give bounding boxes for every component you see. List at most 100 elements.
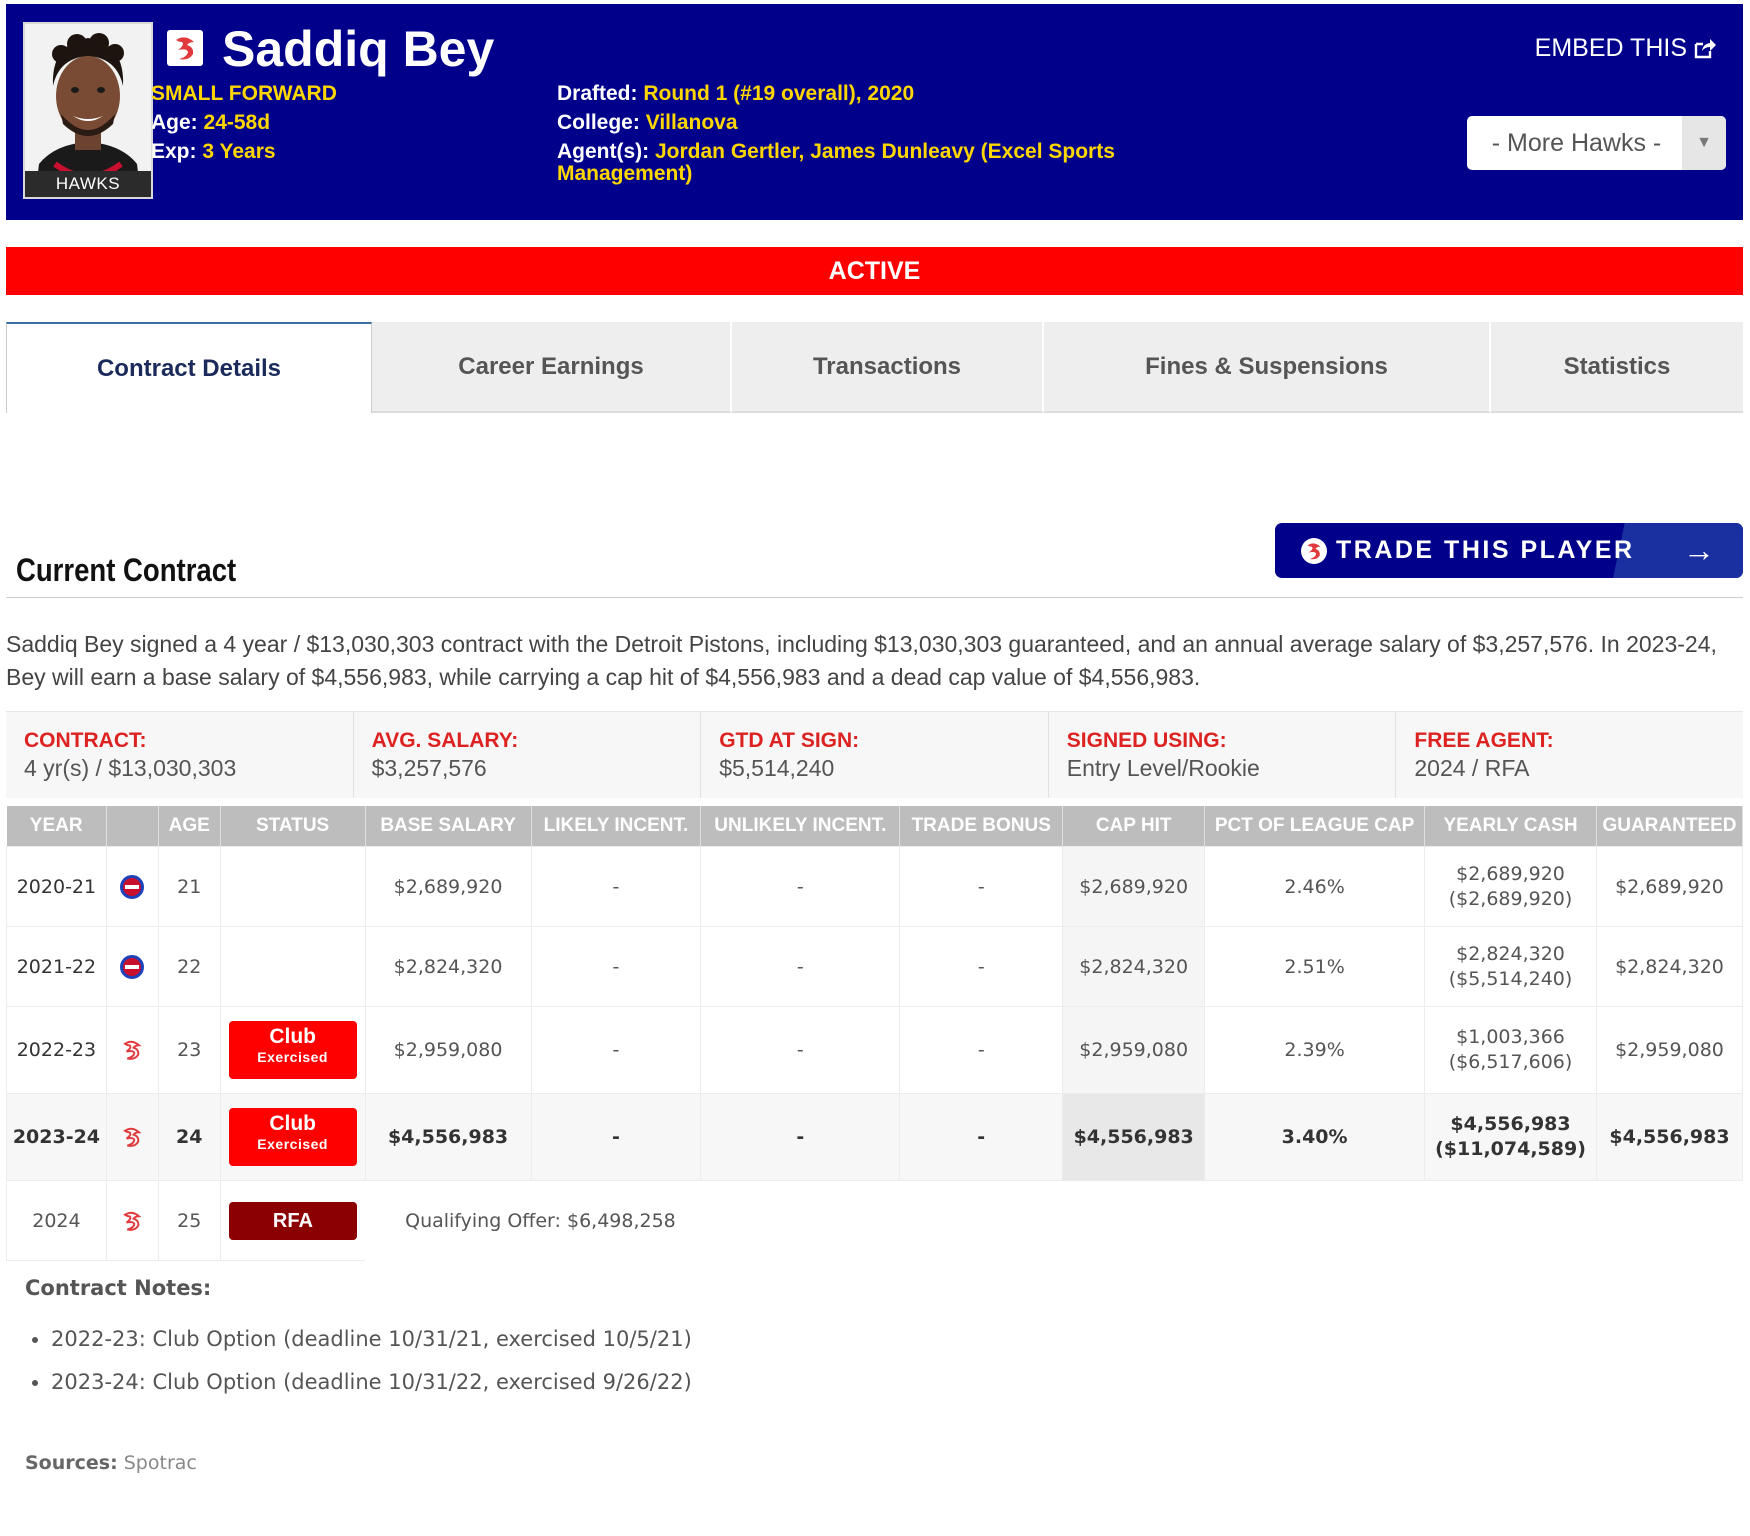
cell-age: 23 — [157, 1006, 221, 1094]
player-tabs: Contract Details Career Earnings Transac… — [6, 322, 1743, 415]
college-label: College: — [557, 111, 640, 134]
status-badge-label: Club — [269, 1025, 316, 1048]
sources-value[interactable]: Spotrac — [124, 1452, 197, 1474]
stat-value: 4 yr(s) / $13,030,303 — [24, 755, 237, 781]
sources-line: Sources: Spotrac — [25, 1452, 197, 1474]
arrow-right-icon: → — [1683, 532, 1715, 568]
player-position: SMALL FORWARD — [151, 82, 337, 105]
table-header-row: YEAR AGE STATUS BASE SALARY LIKELY INCEN… — [6, 806, 1744, 847]
cell-likely-incent: - — [530, 1093, 702, 1181]
more-hawks-select[interactable]: - More Hawks - ▼ — [1467, 116, 1726, 170]
cell-guaranteed: $4,556,983 — [1595, 1093, 1744, 1181]
yearly-cash-cumulative: ($2,689,920) — [1448, 887, 1573, 910]
embed-this-link[interactable]: EMBED THIS — [1535, 34, 1717, 63]
cell-yearly-cash: $2,689,920 ($2,689,920) — [1424, 846, 1597, 927]
embed-label: EMBED THIS — [1534, 34, 1687, 62]
hawks-logo-icon[interactable] — [105, 1006, 159, 1094]
stat-avg-salary: AVG. SALARY: $3,257,576 — [354, 712, 702, 798]
table-row: 2022-23 23 Club Exercised $2,959,080 - -… — [6, 1006, 1744, 1094]
contract-notes-title: Contract Notes: — [25, 1276, 212, 1300]
cell-age: 22 — [157, 926, 221, 1007]
cell-trade-bonus: - — [899, 846, 1064, 927]
stat-signed-using: SIGNED USING: Entry Level/Rookie — [1049, 712, 1397, 798]
player-drafted-line: Drafted: Round 1 (#19 overall), 2020 — [557, 78, 914, 110]
cell-status: Club Exercised — [219, 1006, 366, 1094]
col-header-likely-incent[interactable]: LIKELY INCENT. — [531, 806, 702, 847]
cell-base-salary: $2,689,920 — [364, 846, 532, 927]
section-divider — [6, 597, 1743, 598]
tab-career-earnings[interactable]: Career Earnings — [372, 322, 732, 413]
cell-year: 2021-22 — [6, 926, 107, 1007]
yearly-cash-value: $2,689,920 — [1456, 862, 1565, 885]
cell-cap-hit: $2,689,920 — [1062, 846, 1206, 927]
col-header-yearly-cash[interactable]: YEARLY CASH — [1424, 806, 1597, 847]
cell-cap-hit: $2,959,080 — [1062, 1006, 1206, 1094]
hawks-logo-icon[interactable] — [105, 1093, 159, 1181]
cell-age: 25 — [157, 1180, 221, 1261]
col-header-cap-hit[interactable]: CAP HIT — [1062, 806, 1206, 847]
table-row-free-agent: 2024 25 RFA Qualifying Offer: $6,498,258 — [6, 1180, 1743, 1261]
stat-contract: CONTRACT: 4 yr(s) / $13,030,303 — [6, 712, 354, 798]
hawks-logo-icon[interactable] — [167, 30, 203, 66]
cell-year: 2022-23 — [6, 1006, 107, 1094]
col-header-year[interactable]: YEAR — [6, 806, 107, 847]
cell-pct-league-cap: 3.40% — [1204, 1093, 1426, 1181]
status-badge-sublabel: Exercised — [257, 1136, 328, 1152]
player-photo: HAWKS — [23, 22, 153, 199]
player-status-banner: ACTIVE — [6, 247, 1743, 295]
col-header-unlikely-incent[interactable]: UNLIKELY INCENT. — [700, 806, 901, 847]
stat-value: 2024 / RFA — [1414, 755, 1530, 781]
drafted-value: Round 1 (#19 overall), 2020 — [643, 82, 915, 105]
stat-value: $3,257,576 — [371, 755, 487, 781]
tab-contract-details[interactable]: Contract Details — [6, 322, 372, 413]
cell-age: 21 — [157, 846, 221, 927]
empty-cell — [900, 1181, 1743, 1261]
cell-guaranteed: $2,824,320 — [1595, 926, 1744, 1007]
yearly-cash-cumulative: ($11,074,589) — [1435, 1138, 1586, 1160]
status-badge-club-exercised: Club Exercised — [228, 1021, 357, 1079]
cell-age: 24 — [157, 1093, 221, 1181]
player-header: HAWKS Saddiq Bey SMALL FORWARD Age: 24-5… — [6, 4, 1743, 220]
sources-label: Sources: — [25, 1452, 118, 1474]
cell-base-salary: $2,824,320 — [364, 926, 532, 1007]
college-value[interactable]: Villanova — [646, 111, 738, 134]
tab-transactions[interactable]: Transactions — [732, 322, 1044, 413]
col-header-team — [106, 806, 159, 847]
cell-yearly-cash: $4,556,983 ($11,074,589) — [1424, 1093, 1597, 1181]
col-header-trade-bonus[interactable]: TRADE BONUS — [899, 806, 1064, 847]
stat-value: $5,514,240 — [719, 755, 835, 781]
stat-label: GTD AT SIGN: — [719, 729, 860, 752]
pistons-logo-icon[interactable] — [105, 926, 159, 1007]
hawks-logo-icon — [1301, 538, 1327, 564]
trade-this-player-button[interactable]: TRADE THIS PLAYER → — [1275, 523, 1743, 578]
hawks-logo-icon[interactable] — [105, 1180, 159, 1261]
col-header-pct-league-cap[interactable]: PCT OF LEAGUE CAP — [1204, 806, 1426, 847]
cell-pct-league-cap: 2.46% — [1204, 846, 1426, 927]
col-header-base-salary[interactable]: BASE SALARY — [365, 806, 532, 847]
status-badge-label: Club — [269, 1112, 316, 1135]
agents-label: Agent(s): — [557, 140, 650, 163]
stat-label: CONTRACT: — [24, 729, 147, 752]
cell-year: 2023-24 — [6, 1093, 107, 1181]
stat-label: SIGNED USING: — [1066, 729, 1227, 752]
col-header-status[interactable]: STATUS — [220, 806, 366, 847]
cell-cap-hit: $2,824,320 — [1062, 926, 1206, 1007]
stat-label: AVG. SALARY: — [371, 729, 519, 752]
cell-status: RFA — [219, 1180, 366, 1261]
pistons-logo-icon[interactable] — [105, 846, 159, 927]
exp-value: 3 Years — [202, 140, 276, 163]
age-label: Age: — [151, 111, 198, 134]
tab-statistics[interactable]: Statistics — [1491, 322, 1743, 413]
chevron-down-icon: ▼ — [1682, 116, 1726, 170]
cell-year: 2024 — [6, 1180, 107, 1261]
col-header-age[interactable]: AGE — [158, 806, 221, 847]
col-header-guaranteed[interactable]: GUARANTEED — [1596, 806, 1744, 847]
yearly-cash-value: $4,556,983 — [1450, 1113, 1571, 1135]
tab-fines-suspensions[interactable]: Fines & Suspensions — [1044, 322, 1491, 413]
yearly-cash-cumulative: ($5,514,240) — [1448, 967, 1573, 990]
contract-summary: Saddiq Bey signed a 4 year / $13,030,303… — [6, 631, 1717, 690]
contract-notes-list: 2022-23: Club Option (deadline 10/31/21,… — [25, 1318, 692, 1404]
drafted-label: Drafted: — [557, 82, 638, 105]
table-row: 2020-21 21 $2,689,920 - - - $2,689,920 2… — [6, 846, 1744, 927]
more-hawks-select-value: - More Hawks - — [1491, 128, 1662, 157]
